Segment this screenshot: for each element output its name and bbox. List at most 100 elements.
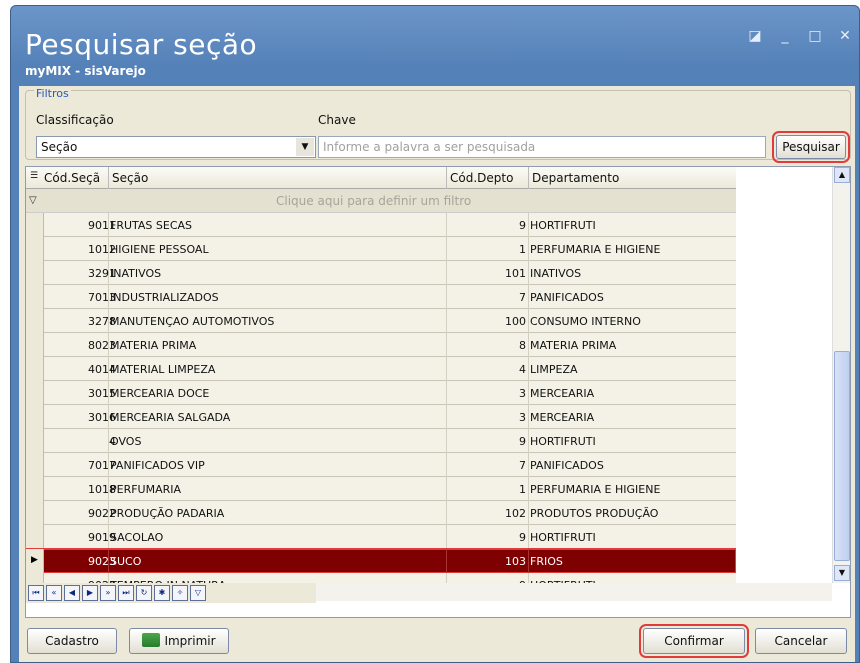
cell-cod-depto: 1	[519, 243, 526, 256]
vertical-scrollbar[interactable]: ▲ ▼	[832, 167, 850, 583]
table-row[interactable]: 3278 MANUTENÇAO AUTOMOTIVOS 100 CONSUMO INT…	[26, 309, 736, 333]
prev-page-icon[interactable]: «	[46, 585, 62, 601]
table-row[interactable]: 1012 HIGIENE PESSOAL 1 PERFUMARIA E HIGIENE	[26, 237, 736, 261]
col-header-cod-depto[interactable]: Cód.Depto	[450, 171, 513, 185]
row-indicator[interactable]	[26, 285, 44, 309]
chave-search-input[interactable]	[318, 136, 766, 158]
row-indicator[interactable]: ▶	[26, 549, 44, 573]
cell-departamento: MERCEARIA	[530, 411, 595, 424]
first-record-icon[interactable]: ⏮	[28, 585, 44, 601]
next-record-icon[interactable]: ▶	[82, 585, 98, 601]
table-row[interactable]: 1018 PERFUMARIA 1 PERFUMARIA E HIGIENE	[26, 477, 736, 501]
dialog-title: Pesquisar seção	[25, 28, 258, 61]
horizontal-scrollbar[interactable]	[316, 583, 832, 601]
close-icon[interactable]: ✕	[837, 28, 853, 44]
filter-funnel-icon[interactable]: ▽	[190, 585, 206, 601]
cell-cod-depto: 4	[519, 363, 526, 376]
imprimir-label: Imprimir	[164, 634, 216, 648]
cell-secao: HIGIENE PESSOAL	[110, 243, 209, 256]
cell-cod-depto: 7	[519, 291, 526, 304]
scroll-down-icon[interactable]: ▼	[834, 565, 850, 581]
cell-secao: SACOLAO	[110, 531, 164, 544]
cell-departamento: FRIOS	[530, 555, 563, 568]
chevron-down-icon[interactable]: ▼	[296, 138, 314, 156]
row-indicator[interactable]	[26, 477, 44, 501]
col-header-secao[interactable]: Seção	[112, 171, 148, 185]
cell-departamento: PERFUMARIA E HIGIENE	[530, 243, 661, 256]
cell-cod-depto: 9	[519, 531, 526, 544]
cell-departamento: MERCEARIA	[530, 387, 595, 400]
search-button[interactable]: Pesquisar	[772, 131, 850, 163]
restore-icon[interactable]: ◪	[747, 28, 763, 44]
table-row[interactable]: 9020TEMPERO IN NATURA9HORTIFRUTI	[26, 573, 736, 583]
maximize-icon[interactable]: □	[807, 28, 823, 44]
table-row[interactable]: 3291 INATIVOS 101 INATIVOS	[26, 261, 736, 285]
row-indicator[interactable]	[26, 429, 44, 453]
cell-secao: MATERIA PRIMA	[110, 339, 197, 352]
scroll-up-icon[interactable]: ▲	[834, 167, 850, 183]
table-row[interactable]: 4 OVOS 9 HORTIFRUTI	[26, 429, 736, 453]
row-indicator[interactable]	[26, 309, 44, 333]
table-row[interactable]: 7017 PANIFICADOS VIP 7 PANIFICADOS	[26, 453, 736, 477]
sections-grid: ☰ Cód.Seçã Seção Cód.Depto Departamento …	[25, 166, 851, 618]
table-row[interactable]: 3016 MERCEARIA SALGADA 3 MERCEARIA	[26, 405, 736, 429]
cell-departamento: CONSUMO INTERNO	[530, 315, 641, 328]
col-header-departamento[interactable]: Departamento	[532, 171, 619, 185]
row-indicator[interactable]	[26, 333, 44, 357]
bookmark-icon[interactable]: ✧	[172, 585, 188, 601]
dialog-content: Filtros Classificação Chave Seção ▼ Pesq…	[19, 86, 855, 662]
table-row[interactable]: 3015 MERCEARIA DOCE 3 MERCEARIA	[26, 381, 736, 405]
prev-record-icon[interactable]: ◀	[64, 585, 80, 601]
row-indicator[interactable]	[26, 525, 44, 549]
row-indicator[interactable]	[26, 501, 44, 525]
filter-row-text: Clique aqui para definir um filtro	[276, 194, 472, 208]
cell-departamento: HORTIFRUTI	[530, 531, 596, 544]
row-indicator[interactable]	[26, 453, 44, 477]
table-row[interactable]: 8023 MATERIA PRIMA 8 MATERIA PRIMA	[26, 333, 736, 357]
last-record-icon[interactable]: ⏭	[118, 585, 134, 601]
confirm-button[interactable]: Confirmar	[639, 624, 749, 658]
row-indicator[interactable]	[26, 213, 44, 237]
imprimir-button[interactable]: Imprimir	[129, 628, 229, 654]
table-row[interactable]: 9022 PRODUÇÃO PADARIA 102 PRODUTOS PRODUÇÃO	[26, 501, 736, 525]
cell-departamento: PANIFICADOS	[530, 291, 604, 304]
grid-filter-row[interactable]: ▽ Clique aqui para definir um filtro	[26, 189, 736, 213]
cell-secao: SUCO	[110, 555, 142, 568]
row-indicator[interactable]	[26, 237, 44, 261]
table-row[interactable]: 4014 MATERIAL LIMPEZA 4 LIMPEZA	[26, 357, 736, 381]
column-chooser-icon[interactable]: ☰	[30, 171, 38, 181]
cell-departamento: PANIFICADOS	[530, 459, 604, 472]
cell-secao: INATIVOS	[110, 267, 162, 280]
cell-secao: FRUTAS SECAS	[110, 219, 193, 232]
row-indicator[interactable]	[26, 261, 44, 285]
cadastro-button[interactable]: Cadastro	[27, 628, 117, 654]
record-navigator: ⏮ « ◀ ▶ » ⏭ ↻ ✱ ✧ ▽	[26, 583, 316, 603]
cell-departamento: MATERIA PRIMA	[530, 339, 617, 352]
cell-departamento: HORTIFRUTI	[530, 219, 596, 232]
next-page-icon[interactable]: »	[100, 585, 116, 601]
asterisk-icon[interactable]: ✱	[154, 585, 170, 601]
cell-secao: PERFUMARIA	[110, 483, 182, 496]
table-row[interactable]: ▶ 9023 SUCO 103 FRIOS	[26, 548, 736, 574]
col-header-cod-secao[interactable]: Cód.Seçã	[44, 171, 100, 185]
cell-secao: MANUTENÇAO AUTOMOTIVOS	[110, 315, 275, 328]
scroll-thumb[interactable]	[834, 351, 850, 561]
minimize-icon[interactable]: _	[777, 28, 793, 44]
table-row[interactable]: 9019 SACOLAO 9 HORTIFRUTI	[26, 525, 736, 549]
printer-icon	[142, 633, 161, 647]
table-row[interactable]: 7013 INDUSTRIALIZADOS 7 PANIFICADOS	[26, 285, 736, 309]
cell-cod-depto: 9	[519, 219, 526, 232]
refresh-icon[interactable]: ↻	[136, 585, 152, 601]
cancel-button[interactable]: Cancelar	[755, 628, 847, 654]
cell-cod-depto: 7	[519, 459, 526, 472]
row-indicator[interactable]	[26, 381, 44, 405]
classificacao-select[interactable]: Seção ▼	[36, 136, 316, 158]
row-indicator[interactable]	[26, 357, 44, 381]
cell-secao: PANIFICADOS VIP	[110, 459, 205, 472]
filter-icon: ▽	[29, 195, 37, 206]
row-indicator[interactable]	[26, 573, 44, 583]
table-row[interactable]: 9011 FRUTAS SECAS 9 HORTIFRUTI	[26, 213, 736, 237]
row-indicator[interactable]	[26, 405, 44, 429]
cell-departamento: LIMPEZA	[530, 363, 578, 376]
cell-cod-depto: 3	[519, 387, 526, 400]
